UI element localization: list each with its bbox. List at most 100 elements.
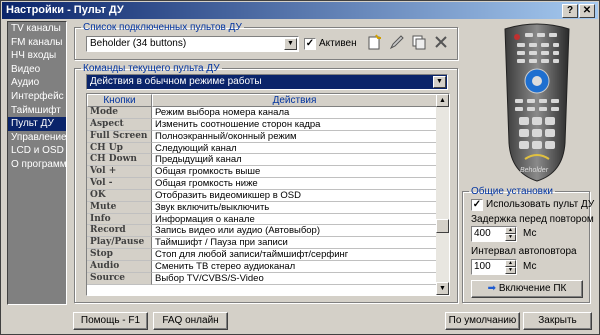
table-row[interactable]: Record Запись видео или аудио (Автовыбор) (87, 225, 449, 238)
row-button-name: Play/Pause (87, 237, 152, 250)
mode-select-value: Действия в обычном режиме работы (90, 76, 262, 87)
close-button[interactable]: Закрыть (523, 312, 592, 330)
row-action: Сменить ТВ стерео аудиоканал (152, 261, 437, 273)
row-button-name: Aspect (87, 118, 152, 131)
faq-button[interactable]: FAQ онлайн (153, 312, 228, 330)
row-action: Общая громкость выше (152, 166, 437, 179)
scroll-down-icon[interactable]: ▼ (436, 282, 449, 295)
commands-table: Кнопки Действия Mode Режим выбора номера … (86, 93, 450, 296)
remote-select-value: Beholder (34 buttons) (90, 38, 187, 49)
repeat-delay-stepper[interactable]: ▲ ▼ (505, 227, 516, 241)
table-row[interactable]: Info Информация о канале (87, 213, 449, 226)
row-button-name: Source (87, 272, 152, 285)
nav-item[interactable]: Управление (8, 131, 66, 145)
row-button-name: CH Down (87, 154, 152, 167)
row-action: Предыдущий канал (152, 154, 437, 167)
active-checkbox[interactable]: ✓ (304, 38, 316, 50)
row-button-name: Stop (87, 249, 152, 261)
mode-select[interactable]: Действия в обычном режиме работы ▼ (86, 74, 448, 90)
help-icon[interactable]: ? (562, 4, 578, 18)
table-row[interactable]: Full Screen Полноэкранный/оконный режим (87, 130, 449, 143)
autorepeat-stepper[interactable]: ▲ ▼ (505, 260, 516, 274)
table-scrollbar[interactable]: ▲ ▼ (436, 94, 449, 295)
row-button-name: Mode (87, 107, 152, 119)
repeat-delay-input[interactable]: 400 ▲ ▼ (471, 226, 517, 242)
use-remote-checkbox[interactable]: ✓ (471, 199, 483, 211)
pc-power-button[interactable]: ➡ Включение ПК (471, 280, 583, 298)
row-action: Стоп для любой записи/таймшифт/серфинг (152, 249, 437, 261)
repeat-delay-unit: Мс (523, 228, 537, 239)
row-action: Информация о канале (152, 214, 437, 226)
row-action: Запись видео или аудио (Автовыбор) (152, 225, 437, 238)
delete-remote-icon[interactable] (431, 34, 451, 54)
remote-brand-logo: Beholder (520, 167, 549, 174)
table-row[interactable]: Aspect Изменить соотношение сторон кадра (87, 118, 449, 131)
row-button-name: Mute (87, 201, 152, 214)
table-row[interactable]: Source Выбор TV/CVBS/S-Video (87, 272, 449, 285)
table-row[interactable]: Stop Стоп для любой записи/таймшифт/серфи… (87, 249, 449, 261)
nav-item[interactable]: Аудио (8, 76, 66, 90)
general-group-legend: Общие установки (471, 186, 553, 197)
scroll-up-icon[interactable]: ▲ (436, 94, 449, 107)
nav-item[interactable]: НЧ входы (8, 49, 66, 63)
help-button[interactable]: Помощь - F1 (73, 312, 148, 330)
row-action: Режим выбора номера канала (152, 107, 437, 119)
edit-remote-icon[interactable] (387, 34, 407, 54)
row-button-name: Audio (87, 260, 152, 273)
row-action: Звук включить/выключить (152, 202, 437, 214)
nav-item[interactable]: LCD и OSD (8, 144, 66, 158)
table-row[interactable]: Play/Pause Таймшифт / Пауза при записи (87, 237, 449, 250)
chevron-down-icon[interactable]: ▼ (284, 38, 297, 50)
row-action: Таймшифт / Пауза при записи (152, 237, 437, 250)
nav-item[interactable]: Видео (8, 63, 66, 77)
table-row[interactable]: Mode Режим выбора номера канала (87, 107, 449, 119)
table-header: Кнопки Действия (87, 94, 449, 107)
table-row[interactable]: CH Down Предыдущий канал (87, 154, 449, 167)
table-row[interactable]: Audio Сменить ТВ стерео аудиоканал (87, 260, 449, 273)
row-action: Следующий канал (152, 143, 437, 155)
row-button-name: Vol - (87, 178, 152, 190)
table-row[interactable]: Vol - Общая громкость ниже (87, 178, 449, 190)
row-button-name: Full Screen (87, 130, 152, 143)
close-icon[interactable]: ✕ (579, 4, 595, 18)
title-bar: Настройки - Пульт ДУ ? ✕ (2, 2, 598, 19)
row-button-name: OK (87, 189, 152, 202)
defaults-button[interactable]: По умолчанию (445, 312, 520, 330)
commands-group-legend: Команды текущего пульта ДУ (83, 63, 220, 74)
nav-item[interactable]: О программе (8, 158, 66, 172)
remote-control-image (504, 23, 570, 182)
autorepeat-label: Интервал автоповтора (471, 246, 577, 257)
autorepeat-unit: Мс (523, 261, 537, 272)
remote-select[interactable]: Beholder (34 buttons) ▼ (86, 36, 299, 52)
nav-item[interactable]: Интерфейс (8, 90, 66, 104)
power-icon: ➡ (487, 283, 497, 294)
nav-item[interactable]: TV каналы (8, 22, 66, 36)
table-body: Mode Режим выбора номера канала Aspect Изме… (87, 107, 449, 285)
nav-item[interactable]: Таймшифт (8, 104, 66, 118)
table-row[interactable]: OK Отобразить видеомикшер в OSD (87, 189, 449, 202)
remotes-group-legend: Список подключенных пультов ДУ (83, 22, 242, 33)
scroll-thumb[interactable] (436, 219, 449, 233)
new-remote-icon[interactable] (364, 34, 384, 54)
col-actions-header[interactable]: Действия (152, 94, 437, 107)
copy-remote-icon[interactable] (409, 34, 429, 54)
chevron-down-icon[interactable]: ▼ (433, 76, 446, 88)
active-label: Активен (319, 38, 357, 49)
autorepeat-value: 100 (474, 261, 491, 272)
use-remote-label: Использовать пульт ДУ (486, 199, 595, 210)
row-button-name: Vol + (87, 166, 152, 179)
repeat-delay-value: 400 (474, 228, 491, 239)
window-title: Настройки - Пульт ДУ (6, 4, 124, 16)
nav-item[interactable]: FM каналы (8, 36, 66, 50)
autorepeat-input[interactable]: 100 ▲ ▼ (471, 259, 517, 275)
table-row[interactable]: CH Up Следующий канал (87, 142, 449, 155)
nav-item[interactable]: Пульт ДУ (8, 117, 66, 131)
row-action: Изменить соотношение сторон кадра (152, 119, 437, 131)
row-action: Отобразить видеомикшер в OSD (152, 190, 437, 202)
row-button-name: CH Up (87, 142, 152, 155)
col-buttons-header[interactable]: Кнопки (87, 94, 152, 107)
row-button-name: Info (87, 213, 152, 226)
table-row[interactable]: Mute Звук включить/выключить (87, 201, 449, 214)
row-action: Полноэкранный/оконный режим (152, 131, 437, 143)
table-row[interactable]: Vol + Общая громкость выше (87, 166, 449, 179)
